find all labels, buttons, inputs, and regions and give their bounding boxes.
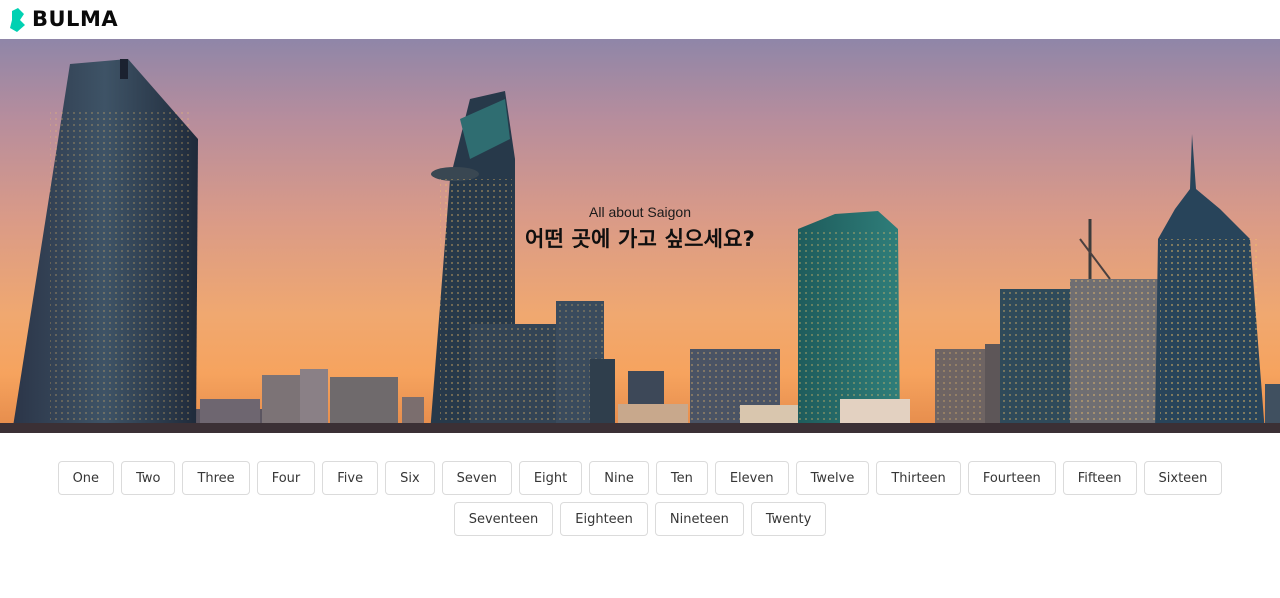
hero-text: All about Saigon 어떤 곳에 가고 싶으세요? (0, 39, 1280, 433)
tag-button-seventeen[interactable]: Seventeen (453, 502, 554, 536)
tag-button-nine[interactable]: Nine (589, 461, 649, 495)
tag-button-fifteen[interactable]: Fifteen (1062, 461, 1137, 495)
tag-button-five[interactable]: Five (322, 461, 379, 495)
tag-button-sixteen[interactable]: Sixteen (1143, 461, 1223, 495)
hero-banner: All about Saigon 어떤 곳에 가고 싶으세요? (0, 39, 1280, 433)
tag-button-group: One Two Three Four Five Six Seven Eight … (0, 461, 1280, 536)
tag-button-eighteen[interactable]: Eighteen (560, 502, 648, 536)
tag-button-fourteen[interactable]: Fourteen (967, 461, 1056, 495)
tag-button-nineteen[interactable]: Nineteen (654, 502, 744, 536)
tag-button-seven[interactable]: Seven (441, 461, 512, 495)
tag-button-one[interactable]: One (57, 461, 115, 495)
navbar: BULMA (0, 0, 1280, 39)
tag-button-twelve[interactable]: Twelve (795, 461, 870, 495)
tag-button-ten[interactable]: Ten (655, 461, 708, 495)
tag-button-three[interactable]: Three (182, 461, 250, 495)
hero-subtitle: All about Saigon (589, 203, 691, 220)
bulma-logo-icon (10, 7, 25, 32)
brand-link[interactable]: BULMA (9, 7, 119, 32)
tag-button-thirteen[interactable]: Thirteen (876, 461, 961, 495)
tag-button-twenty[interactable]: Twenty (750, 502, 827, 536)
tag-button-eight[interactable]: Eight (518, 461, 583, 495)
tag-button-six[interactable]: Six (385, 461, 435, 495)
hero-title: 어떤 곳에 가고 싶으세요? (524, 226, 756, 251)
tag-button-two[interactable]: Two (121, 461, 176, 495)
brand-name: BULMA (32, 7, 119, 31)
tag-button-four[interactable]: Four (256, 461, 316, 495)
tag-button-eleven[interactable]: Eleven (714, 461, 789, 495)
